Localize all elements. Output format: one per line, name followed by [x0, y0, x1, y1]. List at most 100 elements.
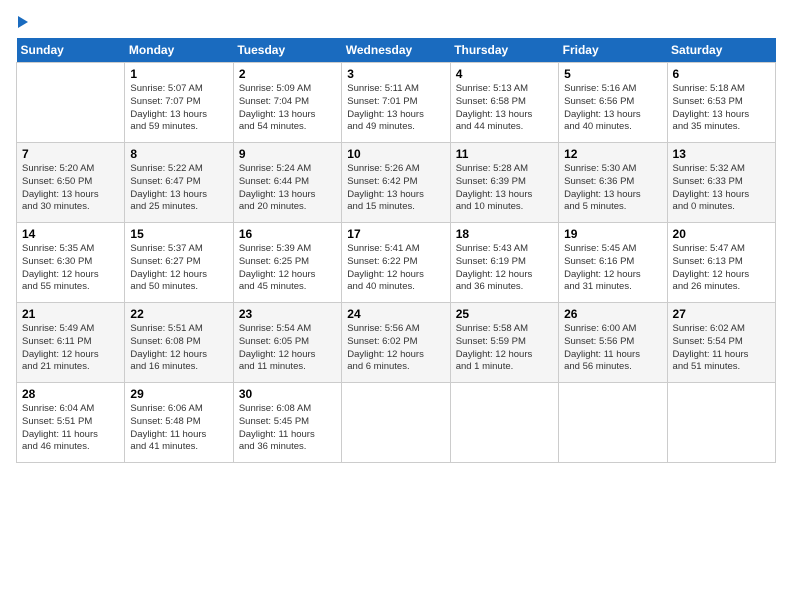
day-info: Sunrise: 5:49 AMSunset: 6:11 PMDaylight:…	[22, 323, 119, 374]
calendar-cell	[667, 383, 775, 463]
day-number: 27	[673, 307, 770, 321]
calendar-week-row: 7Sunrise: 5:20 AMSunset: 6:50 PMDaylight…	[17, 143, 776, 223]
calendar-cell	[559, 383, 667, 463]
day-info: Sunrise: 5:35 AMSunset: 6:30 PMDaylight:…	[22, 243, 119, 294]
day-number: 16	[239, 227, 336, 241]
day-number: 19	[564, 227, 661, 241]
calendar-cell: 13 Sunrise: 5:32 AMSunset: 6:33 PMDayligh…	[667, 143, 775, 223]
day-info: Sunrise: 5:18 AMSunset: 6:53 PMDaylight:…	[673, 83, 770, 134]
day-number: 17	[347, 227, 444, 241]
day-info: Sunrise: 5:39 AMSunset: 6:25 PMDaylight:…	[239, 243, 336, 294]
day-number: 1	[130, 67, 227, 81]
day-number: 24	[347, 307, 444, 321]
logo-text	[16, 16, 28, 28]
calendar-cell: 28Sunrise: 6:04 AMSunset: 5:51 PMDayligh…	[17, 383, 125, 463]
logo	[16, 16, 28, 28]
day-info: Sunrise: 5:16 AMSunset: 6:56 PMDaylight:…	[564, 83, 661, 134]
calendar-cell	[450, 383, 558, 463]
day-info: Sunrise: 5:45 AMSunset: 6:16 PMDaylight:…	[564, 243, 661, 294]
day-number: 26	[564, 307, 661, 321]
header	[16, 16, 776, 28]
day-number: 10	[347, 147, 444, 161]
calendar-cell: 2Sunrise: 5:09 AMSunset: 7:04 PMDaylight…	[233, 63, 341, 143]
day-info: Sunrise: 5:26 AMSunset: 6:42 PMDaylight:…	[347, 163, 444, 214]
calendar-week-row: 28Sunrise: 6:04 AMSunset: 5:51 PMDayligh…	[17, 383, 776, 463]
day-info: Sunrise: 5:54 AMSunset: 6:05 PMDaylight:…	[239, 323, 336, 374]
calendar-cell: 26 Sunrise: 6:00 AMSunset: 5:56 PMDayligh…	[559, 303, 667, 383]
day-info: Sunrise: 6:06 AMSunset: 5:48 PMDaylight:…	[130, 403, 227, 454]
day-info: Sunrise: 5:51 AMSunset: 6:08 PMDaylight:…	[130, 323, 227, 374]
calendar-cell: 23 Sunrise: 5:54 AMSunset: 6:05 PMDayligh…	[233, 303, 341, 383]
calendar-cell: 6 Sunrise: 5:18 AMSunset: 6:53 PMDaylight…	[667, 63, 775, 143]
day-info: Sunrise: 6:08 AMSunset: 5:45 PMDaylight:…	[239, 403, 336, 454]
day-number: 18	[456, 227, 553, 241]
day-number: 8	[130, 147, 227, 161]
day-info: Sunrise: 5:24 AMSunset: 6:44 PMDaylight:…	[239, 163, 336, 214]
day-number: 13	[673, 147, 770, 161]
weekday-header-tuesday: Tuesday	[233, 38, 341, 63]
calendar-week-row: 21 Sunrise: 5:49 AMSunset: 6:11 PMDayligh…	[17, 303, 776, 383]
calendar-cell: 17 Sunrise: 5:41 AMSunset: 6:22 PMDayligh…	[342, 223, 450, 303]
day-number: 23	[239, 307, 336, 321]
calendar-cell: 9 Sunrise: 5:24 AMSunset: 6:44 PMDaylight…	[233, 143, 341, 223]
day-number: 3	[347, 67, 444, 81]
day-info: Sunrise: 5:22 AMSunset: 6:47 PMDaylight:…	[130, 163, 227, 214]
calendar-cell: 3 Sunrise: 5:11 AMSunset: 7:01 PMDaylight…	[342, 63, 450, 143]
weekday-header-wednesday: Wednesday	[342, 38, 450, 63]
calendar-cell: 8 Sunrise: 5:22 AMSunset: 6:47 PMDaylight…	[125, 143, 233, 223]
calendar-cell: 24 Sunrise: 5:56 AMSunset: 6:02 PMDayligh…	[342, 303, 450, 383]
day-number: 30	[239, 387, 336, 401]
page: SundayMondayTuesdayWednesdayThursdayFrid…	[0, 0, 792, 612]
day-number: 5	[564, 67, 661, 81]
day-number: 22	[130, 307, 227, 321]
day-number: 15	[130, 227, 227, 241]
calendar-cell: 29 Sunrise: 6:06 AMSunset: 5:48 PMDayligh…	[125, 383, 233, 463]
calendar-cell: 20 Sunrise: 5:47 AMSunset: 6:13 PMDayligh…	[667, 223, 775, 303]
day-number: 6	[673, 67, 770, 81]
weekday-header-friday: Friday	[559, 38, 667, 63]
day-info: Sunrise: 5:37 AMSunset: 6:27 PMDaylight:…	[130, 243, 227, 294]
day-number: 21	[22, 307, 119, 321]
day-info: Sunrise: 5:13 AMSunset: 6:58 PMDaylight:…	[456, 83, 553, 134]
calendar-cell: 15 Sunrise: 5:37 AMSunset: 6:27 PMDayligh…	[125, 223, 233, 303]
calendar-cell: 1 Sunrise: 5:07 AMSunset: 7:07 PMDaylight…	[125, 63, 233, 143]
day-number: 2	[239, 67, 336, 81]
day-info: Sunrise: 6:02 AMSunset: 5:54 PMDaylight:…	[673, 323, 770, 374]
calendar-week-row: 1 Sunrise: 5:07 AMSunset: 7:07 PMDaylight…	[17, 63, 776, 143]
day-info: Sunrise: 5:20 AMSunset: 6:50 PMDaylight:…	[22, 163, 119, 214]
calendar-cell: 30 Sunrise: 6:08 AMSunset: 5:45 PMDayligh…	[233, 383, 341, 463]
day-info: Sunrise: 5:41 AMSunset: 6:22 PMDaylight:…	[347, 243, 444, 294]
weekday-header-thursday: Thursday	[450, 38, 558, 63]
day-number: 14	[22, 227, 119, 241]
day-info: Sunrise: 6:00 AMSunset: 5:56 PMDaylight:…	[564, 323, 661, 374]
day-info: Sunrise: 5:30 AMSunset: 6:36 PMDaylight:…	[564, 163, 661, 214]
day-info: Sunrise: 5:56 AMSunset: 6:02 PMDaylight:…	[347, 323, 444, 374]
calendar-cell: 16 Sunrise: 5:39 AMSunset: 6:25 PMDayligh…	[233, 223, 341, 303]
day-info: Sunrise: 5:58 AMSunset: 5:59 PMDaylight:…	[456, 323, 553, 374]
calendar-cell: 7Sunrise: 5:20 AMSunset: 6:50 PMDaylight…	[17, 143, 125, 223]
day-info: Sunrise: 5:07 AMSunset: 7:07 PMDaylight:…	[130, 83, 227, 134]
day-info: Sunrise: 5:32 AMSunset: 6:33 PMDaylight:…	[673, 163, 770, 214]
calendar-cell: 25 Sunrise: 5:58 AMSunset: 5:59 PMDayligh…	[450, 303, 558, 383]
day-number: 25	[456, 307, 553, 321]
logo-arrow-icon	[18, 16, 28, 28]
calendar-week-row: 14 Sunrise: 5:35 AMSunset: 6:30 PMDayligh…	[17, 223, 776, 303]
day-info: Sunrise: 5:11 AMSunset: 7:01 PMDaylight:…	[347, 83, 444, 134]
day-info: Sunrise: 5:47 AMSunset: 6:13 PMDaylight:…	[673, 243, 770, 294]
day-number: 9	[239, 147, 336, 161]
weekday-header-row: SundayMondayTuesdayWednesdayThursdayFrid…	[17, 38, 776, 63]
calendar-cell: 22 Sunrise: 5:51 AMSunset: 6:08 PMDayligh…	[125, 303, 233, 383]
calendar-cell: 27 Sunrise: 6:02 AMSunset: 5:54 PMDayligh…	[667, 303, 775, 383]
day-info: Sunrise: 5:43 AMSunset: 6:19 PMDaylight:…	[456, 243, 553, 294]
calendar-cell: 19 Sunrise: 5:45 AMSunset: 6:16 PMDayligh…	[559, 223, 667, 303]
calendar-cell: 5 Sunrise: 5:16 AMSunset: 6:56 PMDaylight…	[559, 63, 667, 143]
calendar-cell	[342, 383, 450, 463]
day-number: 4	[456, 67, 553, 81]
day-number: 28	[22, 387, 119, 401]
day-info: Sunrise: 5:28 AMSunset: 6:39 PMDaylight:…	[456, 163, 553, 214]
weekday-header-saturday: Saturday	[667, 38, 775, 63]
weekday-header-monday: Monday	[125, 38, 233, 63]
day-number: 20	[673, 227, 770, 241]
day-number: 29	[130, 387, 227, 401]
day-number: 12	[564, 147, 661, 161]
